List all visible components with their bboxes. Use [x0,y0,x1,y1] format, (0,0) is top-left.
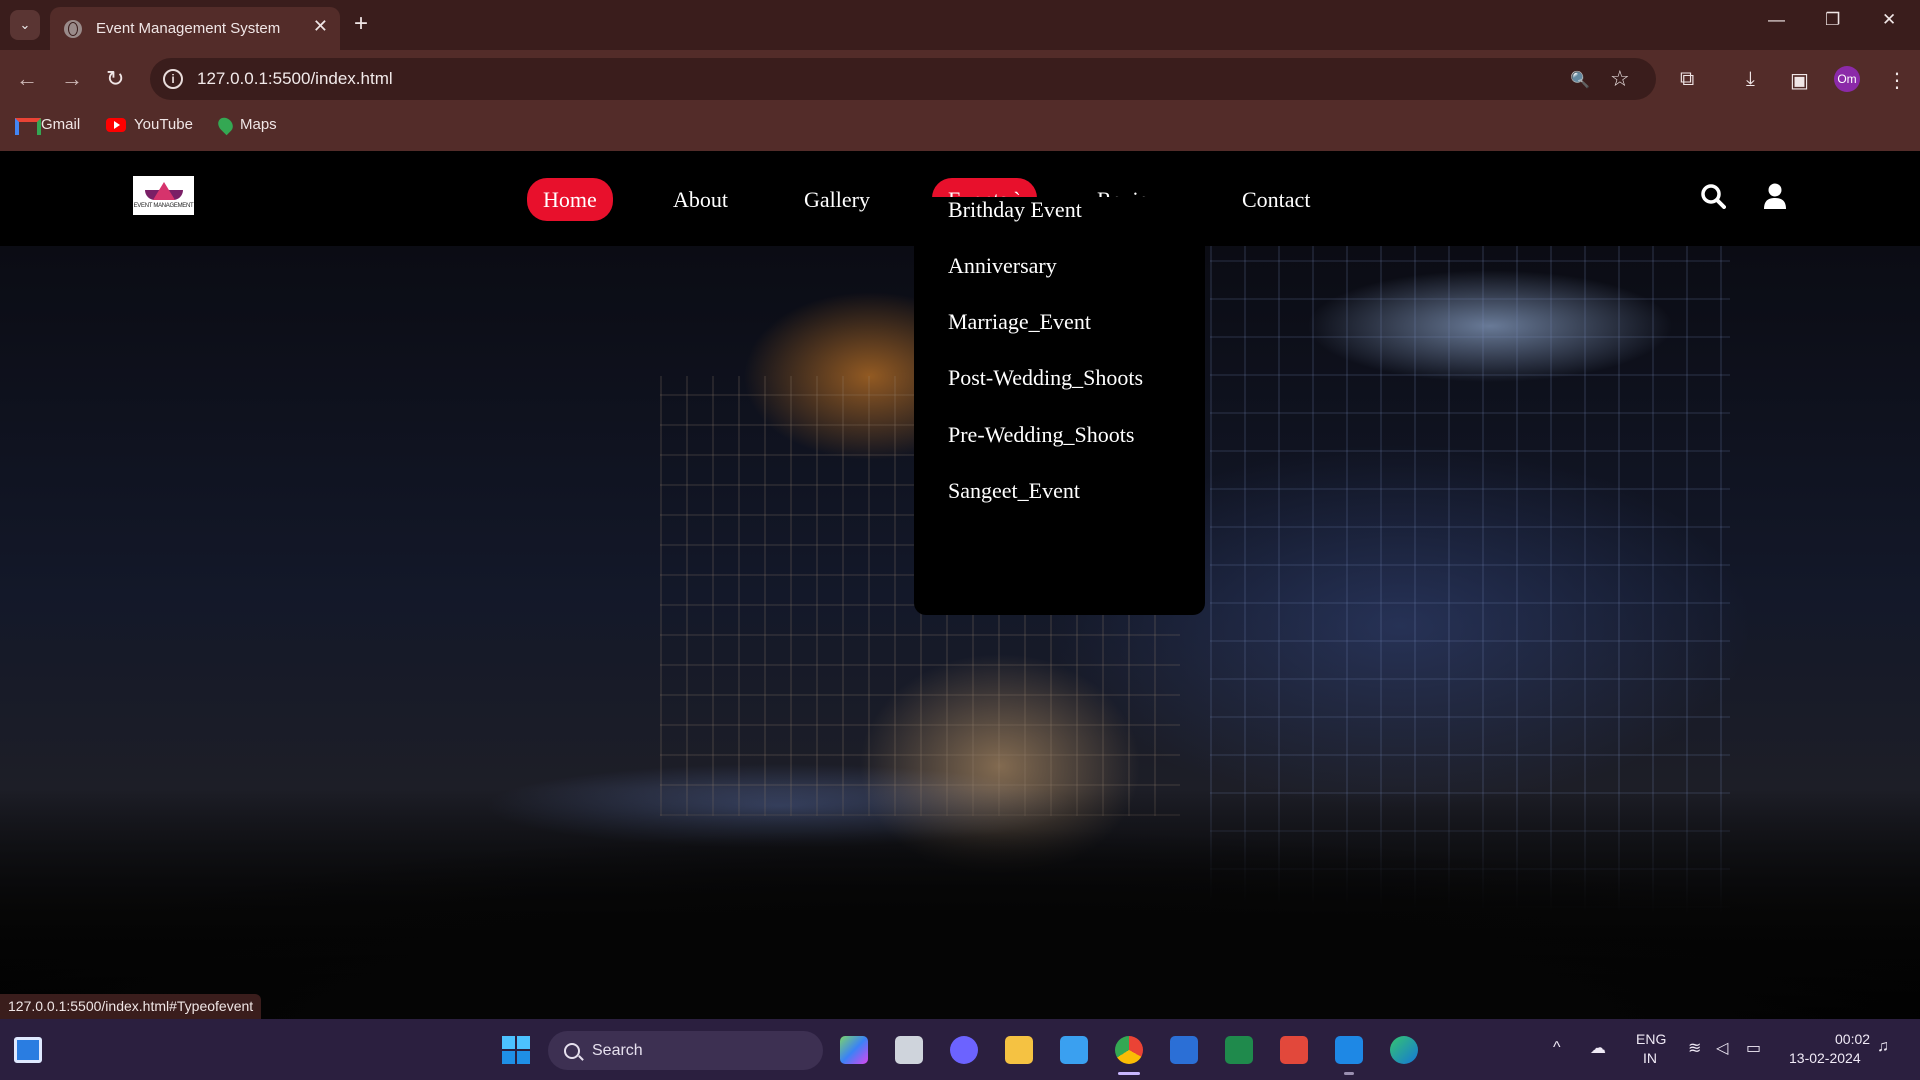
browser-menu-icon[interactable]: ⋮ [1887,68,1907,93]
browser-toolbar: ← → ↻ i 127.0.0.1:5500/index.html 🔍 ☆ ⧉ … [0,50,1920,108]
bookmark-youtube[interactable]: YouTube [106,116,193,133]
bookmark-maps[interactable]: Maps [215,114,277,135]
bookmark-label: YouTube [134,116,193,133]
download-icon[interactable]: ⤓ [1746,68,1755,91]
new-tab-button[interactable]: + [354,10,368,38]
address-bar[interactable]: i 127.0.0.1:5500/index.html 🔍 ☆ [150,58,1656,100]
excel-icon[interactable] [1225,1036,1253,1064]
notepad-icon[interactable] [1060,1036,1088,1064]
side-panel-icon[interactable]: ▣ [1790,68,1809,93]
search-icon[interactable] [1700,183,1726,209]
notification-bell-icon[interactable]: ♫ [1877,1038,1889,1056]
tab-title: Event Management System [96,20,281,37]
nav-home[interactable]: Home [527,178,613,221]
browser-tab-strip: ⌄ Event Management System ✕ + — ❐ ✕ [0,0,1920,50]
events-dropdown-menu: Brithday Event Anniversary Marriage_Even… [914,197,1205,615]
web-page: EVENT MANAGEMENT Home About Gallery Even… [0,151,1920,1019]
file-explorer-icon[interactable] [1005,1036,1033,1064]
widgets-icon[interactable] [14,1037,42,1063]
nav-about[interactable]: About [657,178,744,221]
window-close-button[interactable]: ✕ [1882,10,1896,30]
dropdown-item-birthday[interactable]: Brithday Event [948,197,1082,223]
site-info-icon[interactable]: i [163,69,183,89]
vscode-open-indicator [1344,1072,1354,1075]
teams-chat-icon[interactable] [950,1036,978,1064]
battery-icon[interactable]: ▭ [1746,1038,1761,1058]
task-view-icon[interactable] [895,1036,923,1064]
word-icon[interactable] [1170,1036,1198,1064]
app-icon[interactable] [1280,1036,1308,1064]
tab-close-button[interactable]: ✕ [313,16,328,37]
link-status-bar: 127.0.0.1:5500/index.html#Typeofevent [0,994,262,1019]
taskbar-search-label: Search [592,1041,643,1059]
profile-avatar[interactable]: Om [1834,66,1860,92]
browser-tab[interactable]: Event Management System ✕ [50,7,340,50]
edge-icon[interactable] [1390,1036,1418,1064]
clock-time[interactable]: 00:02 [1835,1031,1870,1047]
dropdown-item-pre-wedding[interactable]: Pre-Wedding_Shoots [948,422,1134,448]
maps-icon [215,114,236,135]
bookmark-gmail[interactable]: Gmail [15,116,81,135]
globe-icon [64,19,82,38]
extensions-icon[interactable]: ⧉ [1680,68,1694,91]
volume-icon[interactable]: ◁ [1716,1038,1728,1058]
crowd-silhouette [0,789,1920,1019]
taskbar-search-box[interactable]: Search [548,1031,823,1070]
gmail-icon [15,118,41,135]
vscode-icon[interactable] [1335,1036,1363,1064]
tab-search-button[interactable]: ⌄ [10,10,40,40]
language-indicator[interactable]: ENG [1636,1031,1666,1047]
youtube-icon [106,117,126,132]
windows-start-icon[interactable] [502,1036,530,1064]
bookmark-label: Maps [240,116,277,133]
address-url[interactable]: 127.0.0.1:5500/index.html [197,69,393,89]
dropdown-item-anniversary[interactable]: Anniversary [948,253,1057,279]
nav-gallery[interactable]: Gallery [788,178,886,221]
bookmark-label: Gmail [41,116,81,133]
copilot-icon[interactable] [840,1036,868,1064]
logo-lotus-icon [153,182,175,200]
wifi-icon[interactable]: ≋ [1688,1038,1701,1058]
region-indicator[interactable]: IN [1643,1050,1657,1066]
clock-date[interactable]: 13-02-2024 [1789,1050,1861,1066]
dropdown-item-post-wedding[interactable]: Post-Wedding_Shoots [948,365,1143,391]
tray-chevron-up-icon[interactable]: ^ [1553,1039,1561,1057]
bookmarks-bar [0,108,1920,151]
zoom-icon[interactable]: 🔍 [1570,70,1590,90]
minimize-button[interactable]: — [1768,10,1785,30]
chrome-icon[interactable] [1115,1036,1143,1064]
dropdown-item-marriage[interactable]: Marriage_Event [948,309,1091,335]
nav-contact[interactable]: Contact [1226,178,1326,221]
site-logo[interactable]: EVENT MANAGEMENT [133,176,194,215]
back-button[interactable]: ← [16,66,38,92]
dropdown-item-sangeet[interactable]: Sangeet_Event [948,478,1080,504]
logo-text: EVENT MANAGEMENT [133,203,194,209]
bookmark-star-icon[interactable]: ☆ [1610,66,1630,92]
onedrive-cloud-icon[interactable]: ☁ [1590,1038,1606,1058]
reload-button[interactable]: ↻ [106,66,124,92]
windows-taskbar: Search ^ ☁ ENG IN ≋ ◁ ▭ 00:02 13-02-2024… [0,1019,1920,1080]
search-icon [564,1042,580,1059]
forward-button[interactable]: → [61,66,83,92]
user-icon[interactable] [1763,183,1787,209]
restore-button[interactable]: ❐ [1825,10,1840,30]
chrome-active-indicator [1118,1072,1140,1075]
